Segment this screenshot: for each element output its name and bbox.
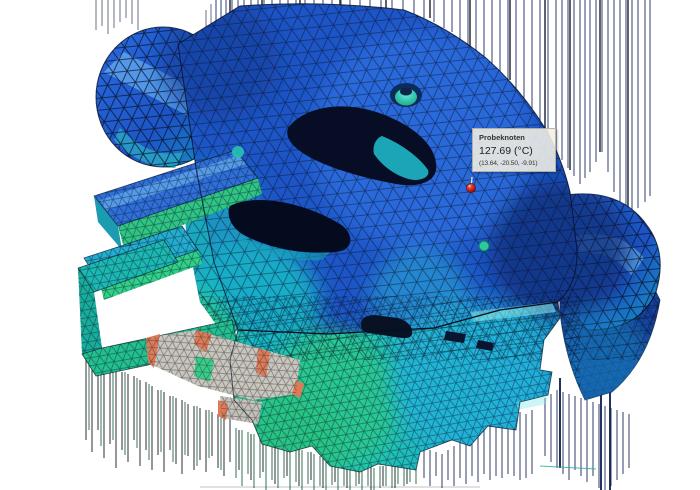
meshed-model-view[interactable] <box>0 0 700 490</box>
probe-annotation-value: 127.69 (°C) <box>479 145 533 157</box>
probe-node-marker-icon <box>466 183 476 193</box>
fea-result-viewport[interactable]: Probeknoten 127.69 (°C) (13.64, -20.50, … <box>0 0 700 490</box>
probe-annotation-coordinates: (13.64, -20.50, -9.91) <box>479 160 538 167</box>
probe-annotation-title: Probeknoten <box>479 133 525 142</box>
probe-annotation[interactable]: Probeknoten 127.69 (°C) (13.64, -20.50, … <box>472 128 556 172</box>
